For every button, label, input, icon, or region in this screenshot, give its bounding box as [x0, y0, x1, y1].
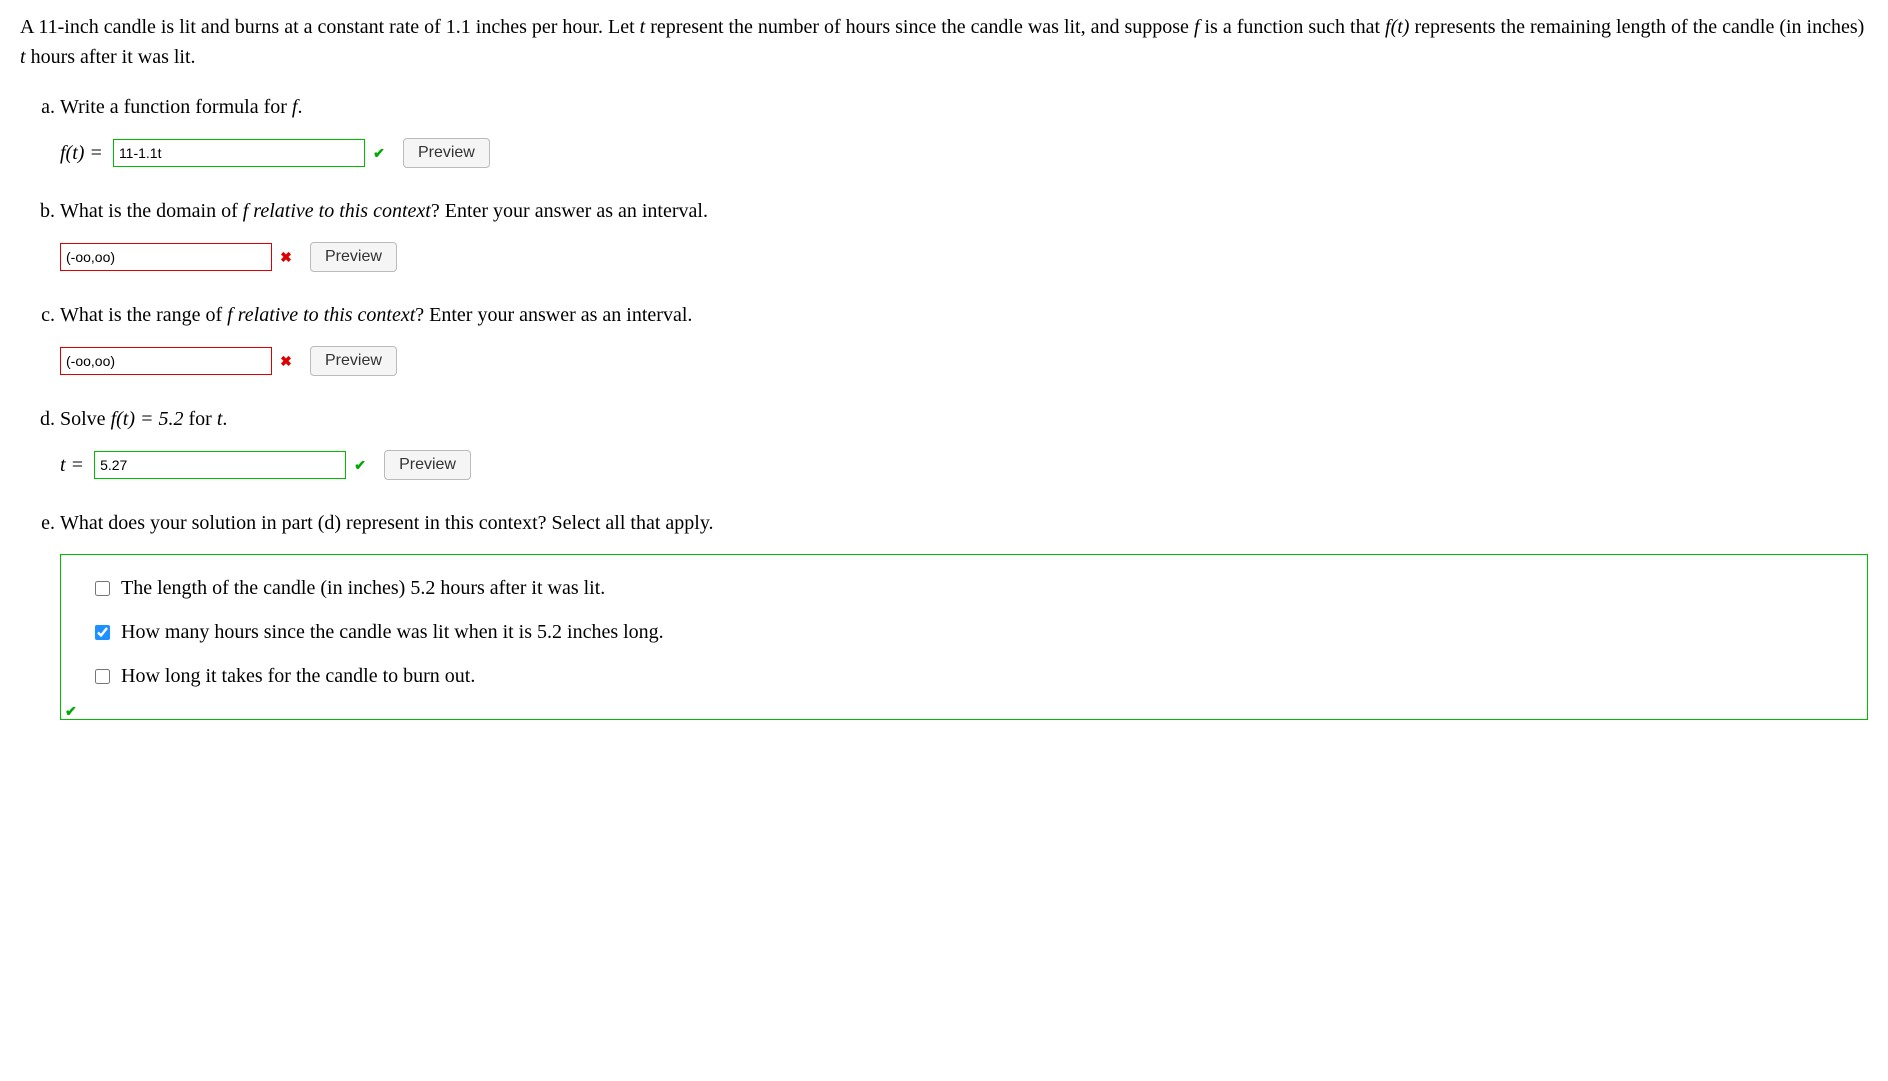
checkbox-option-2[interactable]	[95, 625, 110, 640]
part-e-question: What does your solution in part (d) repr…	[60, 508, 1868, 538]
preview-button[interactable]: Preview	[403, 138, 490, 168]
check-icon: ✔	[65, 702, 77, 723]
part-a-question: Write a function formula for f.	[60, 92, 1868, 122]
part-b: What is the domain of f relative to this…	[60, 196, 1868, 272]
checkbox-label: How long it takes for the candle to burn…	[121, 661, 475, 691]
part-d-question: Solve f(t) = 5.2 for t.	[60, 404, 1868, 434]
cross-icon: ✖	[278, 247, 294, 268]
part-c: What is the range of f relative to this …	[60, 300, 1868, 376]
checkbox-label: How many hours since the candle was lit …	[121, 617, 664, 647]
part-c-input[interactable]	[60, 347, 272, 375]
preview-button[interactable]: Preview	[384, 450, 471, 480]
part-e: What does your solution in part (d) repr…	[60, 508, 1868, 720]
part-b-input[interactable]	[60, 243, 272, 271]
preview-button[interactable]: Preview	[310, 242, 397, 272]
checkbox-option-3[interactable]	[95, 669, 110, 684]
part-a-prefix: f(t) =	[60, 138, 103, 168]
checkbox-group: The length of the candle (in inches) 5.2…	[60, 554, 1868, 720]
checkbox-label: The length of the candle (in inches) 5.2…	[121, 573, 605, 603]
checkbox-option: How long it takes for the candle to burn…	[91, 661, 1837, 691]
check-icon: ✔	[352, 455, 368, 476]
check-icon: ✔	[371, 143, 387, 164]
checkbox-option: The length of the candle (in inches) 5.2…	[91, 573, 1837, 603]
part-b-question: What is the domain of f relative to this…	[60, 196, 1868, 226]
part-d-input[interactable]	[94, 451, 346, 479]
preview-button[interactable]: Preview	[310, 346, 397, 376]
part-d: Solve f(t) = 5.2 for t. t = ✔ Preview	[60, 404, 1868, 480]
problem-statement: A 11-inch candle is lit and burns at a c…	[20, 12, 1868, 72]
part-a: Write a function formula for f. f(t) = ✔…	[60, 92, 1868, 168]
cross-icon: ✖	[278, 351, 294, 372]
checkbox-option: How many hours since the candle was lit …	[91, 617, 1837, 647]
checkbox-option-1[interactable]	[95, 581, 110, 596]
part-a-input[interactable]	[113, 139, 365, 167]
part-d-prefix: t =	[60, 450, 84, 480]
part-c-question: What is the range of f relative to this …	[60, 300, 1868, 330]
